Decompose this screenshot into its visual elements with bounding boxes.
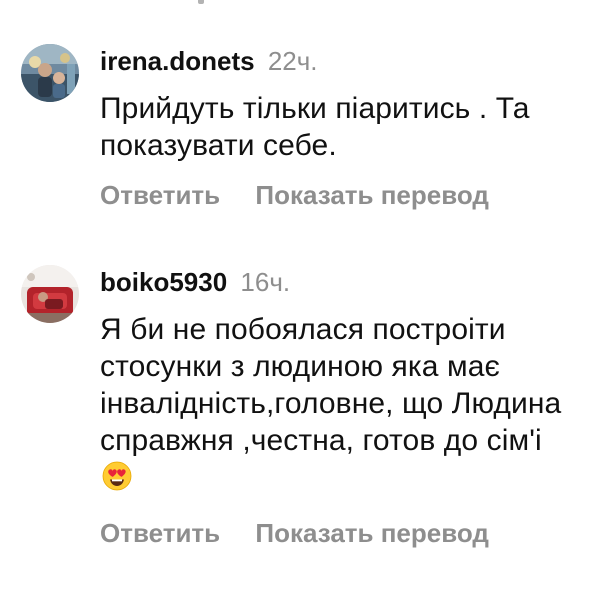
avatar[interactable]	[21, 44, 79, 102]
comment-text: Я би не побоялася построіти стосунки з л…	[100, 311, 570, 496]
comment-header: boiko5930 16ч.	[100, 267, 290, 297]
timestamp: 16ч.	[240, 267, 291, 297]
heart-eyes-emoji-icon	[102, 461, 132, 491]
profile-photo-icon	[21, 44, 79, 102]
previous-comment-fragment	[0, 0, 600, 6]
comment-actions: Ответить Показать перевод	[100, 518, 489, 548]
comment-text: Прийдуть тільки піаритись . Та показуват…	[100, 92, 530, 162]
comment-header: irena.donets 22ч.	[100, 46, 318, 76]
reply-button[interactable]: Ответить	[100, 518, 220, 548]
translate-button[interactable]: Показать перевод	[255, 518, 489, 548]
cropped-glyph	[198, 0, 204, 4]
avatar[interactable]	[21, 265, 79, 323]
profile-photo-icon	[21, 265, 79, 323]
comment-actions: Ответить Показать перевод	[100, 180, 489, 210]
username[interactable]: boiko5930	[100, 267, 227, 297]
reply-button[interactable]: Ответить	[100, 180, 220, 210]
username[interactable]: irena.donets	[100, 46, 255, 76]
translate-button[interactable]: Показать перевод	[255, 180, 489, 210]
timestamp: 22ч.	[267, 46, 318, 76]
comment-text-content: Я би не побоялася построіти стосунки з л…	[100, 313, 562, 457]
